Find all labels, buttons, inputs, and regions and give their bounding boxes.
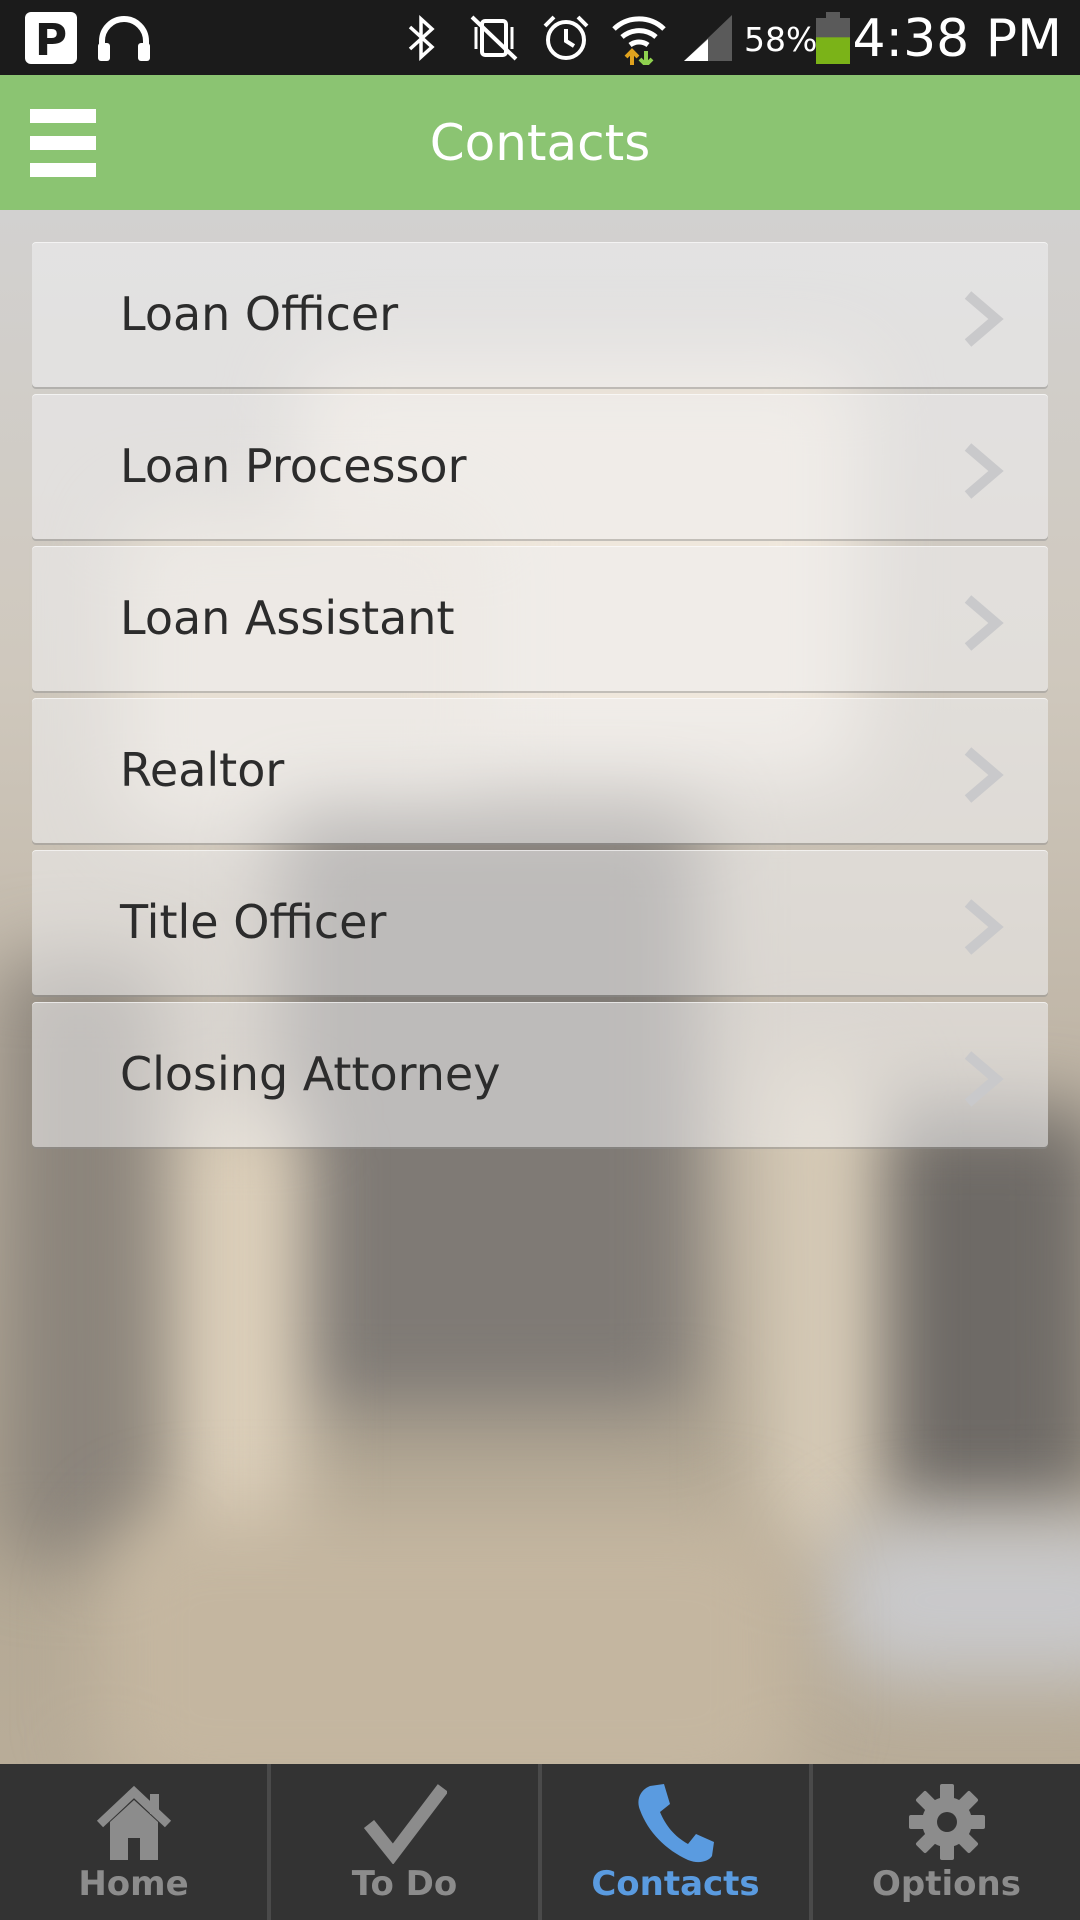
tab-label: Contacts xyxy=(591,1864,760,1904)
tab-label: To Do xyxy=(351,1864,458,1904)
tab-label: Home xyxy=(78,1864,189,1904)
status-time: 4:38 PM xyxy=(852,9,1062,69)
contact-item-title-officer[interactable]: Title Officer xyxy=(32,850,1048,995)
tab-to-do[interactable]: To Do xyxy=(267,1764,538,1920)
contact-item-label: Loan Officer xyxy=(120,287,399,341)
contact-item-loan-processor[interactable]: Loan Processor xyxy=(32,394,1048,539)
battery-icon xyxy=(814,0,852,75)
app-header: Contacts xyxy=(0,75,1080,210)
contact-item-label: Realtor xyxy=(120,743,285,797)
headphones-icon xyxy=(96,0,152,75)
battery-percent: 58% xyxy=(744,20,818,59)
chevron-right-icon xyxy=(964,899,1004,955)
home-icon xyxy=(96,1785,171,1860)
vibrate-mute-icon xyxy=(468,0,520,75)
chevron-right-icon xyxy=(964,747,1004,803)
contact-list: Loan Officer Loan Processor Loan Assista… xyxy=(32,242,1048,1154)
chevron-right-icon xyxy=(964,291,1004,347)
page-title: Contacts xyxy=(429,114,651,172)
tab-label: Options xyxy=(872,1864,1021,1904)
chevron-right-icon xyxy=(964,595,1004,651)
tab-home[interactable]: Home xyxy=(0,1764,267,1920)
contact-item-label: Loan Processor xyxy=(120,439,467,493)
contacts-screen: P 58% 4:38 PM Contacts Loan Officer Loan… xyxy=(0,0,1080,1920)
contact-item-loan-assistant[interactable]: Loan Assistant xyxy=(32,546,1048,691)
parking-app-icon: P xyxy=(24,0,78,75)
gear-icon xyxy=(908,1784,985,1860)
wifi-icon xyxy=(610,0,668,75)
chevron-right-icon xyxy=(964,443,1004,499)
contact-item-realtor[interactable]: Realtor xyxy=(32,698,1048,843)
status-bar: P 58% 4:38 PM xyxy=(0,0,1080,75)
contact-item-label: Loan Assistant xyxy=(120,591,455,645)
svg-text:P: P xyxy=(35,15,67,65)
bottom-tab-bar: Home To Do Contacts Options xyxy=(0,1764,1080,1920)
bluetooth-icon xyxy=(404,0,440,75)
contact-item-closing-attorney[interactable]: Closing Attorney xyxy=(32,1002,1048,1147)
tab-contacts[interactable]: Contacts xyxy=(538,1764,809,1920)
contact-item-label: Title Officer xyxy=(120,895,387,949)
contact-item-loan-officer[interactable]: Loan Officer xyxy=(32,242,1048,387)
hamburger-menu-icon[interactable] xyxy=(30,109,96,177)
cell-signal-icon xyxy=(682,0,734,75)
phone-icon xyxy=(637,1784,714,1863)
contact-item-label: Closing Attorney xyxy=(120,1047,501,1101)
chevron-right-icon xyxy=(964,1051,1004,1107)
checkmark-icon xyxy=(363,1784,447,1864)
tab-options[interactable]: Options xyxy=(809,1764,1080,1920)
alarm-icon xyxy=(540,0,592,75)
